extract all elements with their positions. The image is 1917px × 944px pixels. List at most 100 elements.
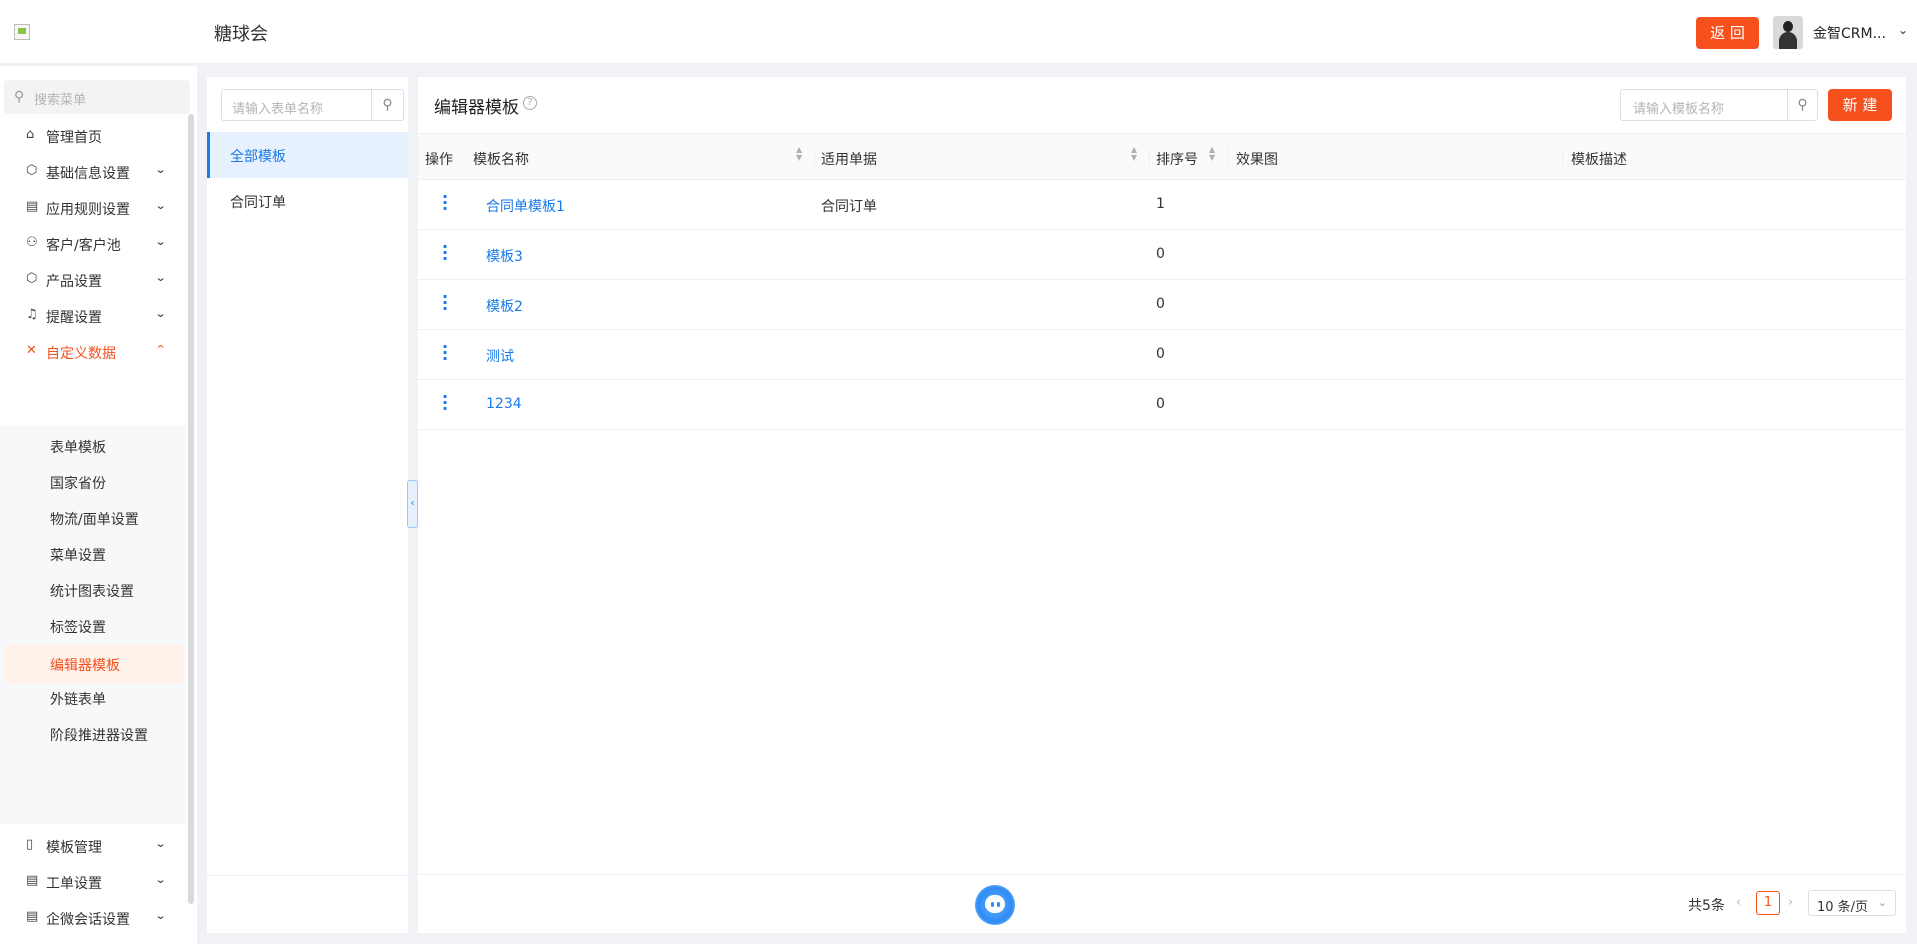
column-divider: [1149, 148, 1150, 166]
help-icon[interactable]: ?: [523, 96, 537, 110]
template-name-link[interactable]: 1234: [486, 396, 522, 412]
new-button[interactable]: 新 建: [1828, 89, 1892, 121]
next-page-icon[interactable]: ›: [1788, 895, 1793, 910]
table-header: 操作 模板名称 ▲ ▼ 适用单据 ▲ ▼ 排序号 ▲ ▼ 效果图 模板描述: [418, 133, 1906, 180]
template-search-input[interactable]: 请输入模板名称 ⚲: [1620, 89, 1818, 121]
divider: [207, 875, 408, 876]
column-header: 操作: [425, 152, 453, 168]
chat-bot-icon[interactable]: [975, 885, 1015, 925]
column-header: 效果图: [1236, 152, 1278, 168]
applicable-document: 合同订单: [821, 199, 877, 215]
sidebar-item-label: 产品设置: [46, 274, 102, 290]
template-search-placeholder: 请输入模板名称: [1633, 102, 1725, 117]
page-title: 编辑器模板: [434, 98, 519, 118]
sort-number: 0: [1156, 246, 1165, 262]
category-panel: 请输入表单名称 ⚲ 全部模板合同订单: [207, 77, 408, 933]
category-item-label: 全部模板: [230, 149, 286, 165]
bell-icon: ♫: [26, 307, 38, 322]
sidebar: ⚲ 搜索菜单 ⌂ 管理首页 ⬡ 基础信息设置 ⌄ ▤ 应用规则设置 ⌄ ⚇ 客户/客…: [0, 66, 197, 944]
submenu-item-label: 菜单设置: [50, 548, 106, 564]
sidebar-item-label: 提醒设置: [46, 310, 102, 326]
back-button[interactable]: 返 回: [1696, 17, 1759, 49]
chevron-icon: ⌄: [154, 163, 167, 176]
chevron-icon: ⌄: [154, 307, 167, 320]
column-header[interactable]: 适用单据: [821, 149, 877, 169]
cube-icon: ⬡: [26, 163, 38, 178]
sidebar-item-label: 自定义数据: [46, 346, 116, 362]
submenu-item-label: 统计图表设置: [50, 584, 134, 600]
sort-icon[interactable]: ▲ ▼: [1209, 146, 1215, 162]
menu-search-input[interactable]: ⚲ 搜索菜单: [4, 80, 190, 114]
more-actions-icon[interactable]: · · ·: [442, 389, 448, 417]
app-title: 糖球会: [214, 24, 268, 45]
menu-search-placeholder: 搜索菜单: [34, 93, 87, 108]
search-icon[interactable]: ⚲: [1787, 90, 1817, 120]
submenu-item[interactable]: 阶段推进器设置: [0, 712, 186, 756]
form-search-placeholder: 请输入表单名称: [232, 102, 324, 117]
sort-number: 1: [1156, 196, 1165, 212]
page-number[interactable]: 1: [1756, 891, 1780, 915]
template-name-link[interactable]: 测试: [486, 346, 514, 366]
column-header: 模板描述: [1571, 152, 1627, 168]
page-size-value: 10 条/页: [1817, 900, 1869, 915]
template-name-link[interactable]: 模板2: [486, 296, 523, 316]
sort-icon[interactable]: ▲ ▼: [1131, 146, 1137, 162]
more-actions-icon[interactable]: · · ·: [442, 339, 448, 367]
table-row: · · · 1234 0: [418, 380, 1906, 430]
chevron-icon: ⌄: [154, 271, 167, 284]
chevron-icon: ⌄: [154, 837, 167, 850]
submenu-item-label: 阶段推进器设置: [50, 728, 148, 744]
category-item[interactable]: 合同订单: [207, 178, 408, 224]
sidebar-item-label: 客户/客户池: [46, 238, 121, 254]
sidebar-item-label: 工单设置: [46, 876, 102, 892]
submenu-item-label: 标签设置: [50, 620, 106, 636]
chevron-icon: ⌄: [154, 873, 167, 886]
submenu-item[interactable]: 标签设置: [0, 604, 186, 648]
submenu-item-label: 国家省份: [50, 476, 106, 492]
category-item[interactable]: 全部模板: [207, 132, 408, 178]
template-name-link[interactable]: 合同单模板1: [486, 196, 565, 216]
logo-image: [14, 24, 30, 40]
submenu-item-label: 物流/面单设置: [50, 512, 139, 528]
sidebar-item[interactable]: ✕ 自定义数据 ⌃: [0, 330, 186, 374]
sidebar-item-label: 企微会话设置: [46, 912, 130, 928]
column-header[interactable]: 排序号: [1156, 149, 1198, 169]
chevron-icon: ⌄: [154, 909, 167, 922]
home-icon: ⌂: [26, 127, 35, 142]
search-icon: ⚲: [14, 89, 25, 105]
box-icon: ⬡: [26, 271, 38, 286]
prev-page-icon[interactable]: ‹: [1736, 895, 1741, 910]
avatar[interactable]: [1773, 16, 1803, 49]
more-actions-icon[interactable]: · · ·: [442, 289, 448, 317]
submenu-custom-data: 表单模板 国家省份 物流/面单设置 菜单设置 统计图表设置 标签设置 编辑器模板 外链表单 阶段…: [0, 426, 186, 824]
document-icon: ▤: [26, 199, 39, 214]
more-actions-icon[interactable]: · · ·: [442, 239, 448, 267]
category-item-label: 合同订单: [230, 195, 286, 211]
search-icon[interactable]: ⚲: [371, 90, 403, 120]
pagination-total: 共5条: [1688, 898, 1725, 914]
submenu-item-label: 编辑器模板: [50, 658, 120, 674]
sidebar-item-label: 模板管理: [46, 840, 102, 856]
more-actions-icon[interactable]: · · ·: [442, 189, 448, 217]
template-name-link[interactable]: 模板3: [486, 246, 523, 266]
table-row: · · · 模板2 0: [418, 280, 1906, 330]
sidebar-scrollbar[interactable]: [188, 114, 194, 904]
sidebar-item[interactable]: ▤ 企微会话设置 ⌄: [0, 896, 186, 940]
column-header[interactable]: 模板名称: [473, 149, 529, 169]
sort-number: 0: [1156, 346, 1165, 362]
collapse-panel-handle[interactable]: ‹: [407, 480, 418, 528]
ticket-icon: ▤: [26, 873, 39, 888]
sort-number: 0: [1156, 296, 1165, 312]
table-row: · · · 测试 0: [418, 330, 1906, 380]
page-size-select[interactable]: 10 条/页 ⌄: [1808, 890, 1896, 916]
chevron-down-icon[interactable]: ⌄: [1898, 23, 1908, 37]
layout-icon: ▯: [26, 837, 34, 852]
chevron-icon: ⌄: [154, 235, 167, 248]
sort-icon[interactable]: ▲ ▼: [796, 146, 802, 162]
column-divider: [1562, 148, 1563, 166]
submenu-item-label: 表单模板: [50, 440, 106, 456]
form-search-input[interactable]: 请输入表单名称 ⚲: [221, 89, 404, 121]
chevron-icon: ⌃: [154, 343, 167, 356]
chevron-down-icon: ⌄: [1877, 896, 1887, 909]
user-name[interactable]: 金智CRM...: [1813, 23, 1886, 43]
